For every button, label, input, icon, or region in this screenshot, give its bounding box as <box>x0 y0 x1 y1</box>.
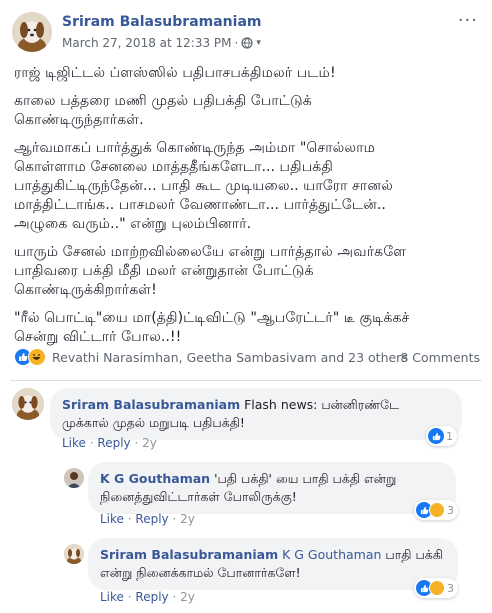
reaction-count: 3 <box>447 581 454 595</box>
reply-comment: Sriram Balasubramaniam K G Gouthaman பாத… <box>64 538 482 608</box>
comment-time[interactable]: 2y <box>142 436 157 450</box>
commenter-avatar[interactable] <box>12 388 44 420</box>
commenter-avatar[interactable] <box>64 544 84 564</box>
separator: · <box>172 590 181 604</box>
separator: · <box>172 512 181 526</box>
reply-link[interactable]: Reply <box>97 436 130 450</box>
reply-comment: K G Gouthaman 'பதி பக்தி' யை பாதி பக்தி … <box>64 462 482 528</box>
comment-actions: Like · Reply · 2y <box>62 436 157 450</box>
post-header: Sriram Balasubramaniam March 27, 2018 at… <box>12 10 482 54</box>
comment-time[interactable]: 2y <box>180 512 195 526</box>
comment-reaction-badge[interactable]: 3 <box>414 500 458 520</box>
comment-reaction-badge[interactable]: 1 <box>426 426 457 446</box>
haha-reaction-icon <box>429 502 445 518</box>
like-reaction-icon <box>428 428 444 444</box>
post-paragraph: "ரீல் பொட்டி"யை மா(த்தி)ட்டிவிட்டு "ஆபரே… <box>14 310 410 345</box>
post-paragraph: யாரும் சேனல் மாற்றவில்லையே என்று பார்த்த… <box>14 244 407 298</box>
post-author-name[interactable]: Sriram Balasubramaniam <box>62 14 261 30</box>
commenter-avatar[interactable] <box>64 468 84 488</box>
comment: Sriram Balasubramaniam Flash news: பன்னி… <box>12 388 482 452</box>
haha-reaction-icon <box>429 580 445 596</box>
more-options-icon[interactable]: ··· <box>458 12 478 30</box>
post-timestamp[interactable]: March 27, 2018 at 12:33 PM <box>62 36 232 50</box>
comment-time[interactable]: 2y <box>180 590 195 604</box>
comment-actions: Like · Reply · 2y <box>100 590 195 604</box>
reaction-names[interactable]: Revathi Narasimhan, Geetha Sambasivam an… <box>52 350 408 365</box>
meta-separator: · <box>234 36 239 50</box>
post-meta: March 27, 2018 at 12:33 PM · ▾ <box>62 36 261 50</box>
like-link[interactable]: Like <box>100 512 124 526</box>
post-paragraph: ஆர்வமாகப் பார்த்துக் கொண்டிருந்த அம்மா "… <box>14 140 393 232</box>
globe-icon[interactable] <box>241 37 253 49</box>
comment-bubble: K G Gouthaman 'பதி பக்தி' யை பாதி பக்தி … <box>88 462 456 514</box>
separator: · <box>134 436 143 450</box>
author-avatar[interactable] <box>12 12 52 52</box>
reaction-icons[interactable] <box>14 348 50 368</box>
comment-author[interactable]: Sriram Balasubramaniam <box>62 397 240 412</box>
reply-link[interactable]: Reply <box>135 590 168 604</box>
comment-reaction-badge[interactable]: 3 <box>414 578 458 598</box>
comment-mention[interactable]: K G Gouthaman <box>282 547 381 562</box>
reaction-count: 3 <box>447 503 454 517</box>
reaction-count: 1 <box>446 429 453 443</box>
post-paragraph: ராஜ் டிஜிட்டல் ப்ளஸ்ஸில் பதிபாசபக்திமலர்… <box>14 65 336 81</box>
comment-author[interactable]: K G Gouthaman <box>100 471 210 486</box>
comment-actions: Like · Reply · 2y <box>100 512 195 526</box>
reactions-summary: Revathi Narasimhan, Geetha Sambasivam an… <box>14 347 480 369</box>
comment-author[interactable]: Sriram Balasubramaniam <box>100 547 278 562</box>
like-link[interactable]: Like <box>62 436 86 450</box>
comment-bubble: Sriram Balasubramaniam Flash news: பன்னி… <box>50 388 462 440</box>
post-paragraph: காலை பத்தரை மணி முதல் பதிபக்தி போட்டுக் … <box>14 93 312 128</box>
like-link[interactable]: Like <box>100 590 124 604</box>
comment-bubble: Sriram Balasubramaniam K G Gouthaman பாத… <box>88 538 458 590</box>
divider <box>10 380 482 381</box>
post-body: ராஜ் டிஜிட்டல் ப்ளஸ்ஸில் பதிபாசபக்திமலர்… <box>14 64 484 356</box>
reply-link[interactable]: Reply <box>135 512 168 526</box>
comments-count-link[interactable]: 8 Comments <box>400 350 480 365</box>
haha-reaction-icon <box>28 348 46 366</box>
chevron-down-icon[interactable]: ▾ <box>256 38 261 48</box>
